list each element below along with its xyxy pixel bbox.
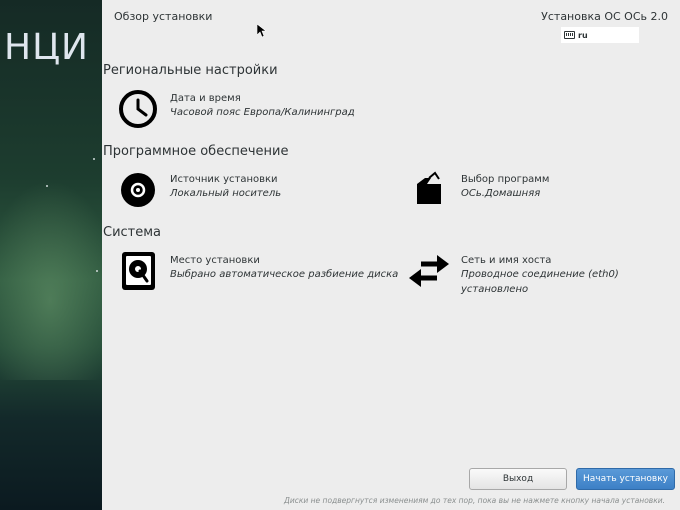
network-arrows-icon <box>409 251 449 291</box>
disc-icon <box>118 170 158 210</box>
spoke-network-hostname-status: Проводное соединение (eth0) установлено <box>461 269 619 295</box>
spoke-install-source[interactable]: Источник установки Локальный носитель <box>118 170 281 210</box>
mouse-pointer-icon <box>257 24 267 38</box>
sidebar-star <box>93 158 95 160</box>
page-title: Обзор установки <box>114 10 213 23</box>
clock-icon <box>118 89 158 129</box>
harddisk-icon <box>118 251 158 291</box>
begin-installation-button[interactable]: Начать установку <box>576 468 675 490</box>
spoke-install-source-status: Локальный носитель <box>170 188 282 199</box>
spoke-install-destination-status: Выбрано автоматическое разбиение диска <box>170 269 399 280</box>
spoke-software-selection-status: ОСь.Домашняя <box>461 188 541 199</box>
spoke-install-destination[interactable]: Место установки Выбрано автоматическое р… <box>118 251 398 291</box>
spoke-datetime-status: Часовой пояс Европа/Калининград <box>170 107 355 118</box>
spoke-software-selection[interactable]: Выбор программ ОСь.Домашняя <box>409 170 549 210</box>
section-title-regional: Региональные настройки <box>103 63 278 78</box>
keyboard-layout-label: ru <box>578 30 588 40</box>
brand-logo: НЦИ <box>4 27 89 68</box>
footnote: Диски не подвергнутся изменениям до тех … <box>284 496 665 505</box>
spoke-install-source-name: Источник установки <box>170 174 278 185</box>
spoke-network-hostname-name: Сеть и имя хоста <box>461 255 552 266</box>
spoke-datetime[interactable]: Дата и время Часовой пояс Европа/Калинин… <box>118 89 355 129</box>
keyboard-icon <box>564 31 575 39</box>
keyboard-layout-indicator[interactable]: ru <box>561 27 639 43</box>
section-title-software: Программное обеспечение <box>103 144 289 159</box>
sidebar: НЦИ <box>0 0 102 510</box>
main-panel: Обзор установки Установка ОС ОСь 2.0 ru … <box>102 0 680 510</box>
spoke-datetime-name: Дата и время <box>170 93 241 104</box>
sidebar-glow <box>0 180 102 380</box>
spoke-software-selection-name: Выбор программ <box>461 174 550 185</box>
section-title-system: Система <box>103 225 162 240</box>
sidebar-star <box>96 270 98 272</box>
spoke-install-destination-name: Место установки <box>170 255 260 266</box>
spoke-network-hostname[interactable]: Сеть и имя хоста Проводное соединение (e… <box>409 251 680 297</box>
package-icon <box>409 170 449 210</box>
sidebar-star <box>46 185 48 187</box>
exit-button[interactable]: Выход <box>469 468 567 490</box>
product-title: Установка ОС ОСь 2.0 <box>541 10 668 23</box>
